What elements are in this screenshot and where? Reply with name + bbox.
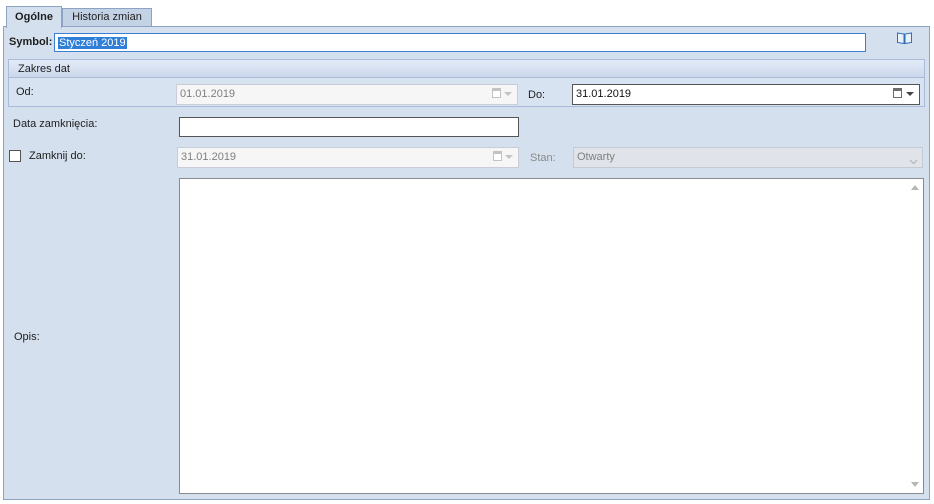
book-icon[interactable] <box>896 31 913 45</box>
calendar-icon[interactable] <box>492 88 501 98</box>
calendar-icon[interactable] <box>493 151 502 161</box>
data-zamkniecia-label: Data zamknięcia: <box>13 118 98 130</box>
zamknij-do-checkbox[interactable] <box>9 150 21 162</box>
tab-ogolne[interactable]: Ogólne <box>6 6 62 28</box>
stan-value: Otwarty <box>577 151 615 163</box>
dropdown-arrow-icon[interactable] <box>505 155 513 159</box>
data-zamkniecia-input[interactable] <box>179 117 519 137</box>
do-date-value: 31.01.2019 <box>576 88 632 100</box>
symbol-value: Styczeń 2019 <box>58 37 127 49</box>
chevron-down-icon[interactable] <box>909 153 918 165</box>
dropdown-arrow-icon[interactable] <box>906 92 914 96</box>
zakres-dat-header <box>9 60 924 78</box>
stan-select[interactable]: Otwarty <box>573 147 923 168</box>
opis-scrollbar[interactable] <box>906 179 923 493</box>
opis-textarea[interactable] <box>179 178 924 494</box>
do-label: Do: <box>528 89 546 101</box>
od-date-value: 01.01.2019 <box>180 88 236 100</box>
do-date-field[interactable]: 31.01.2019 <box>572 84 920 105</box>
symbol-label: Symbol: <box>9 36 53 48</box>
scroll-up-arrow-icon[interactable] <box>911 185 919 190</box>
zamknij-do-date-value: 31.01.2019 <box>181 151 237 163</box>
od-label: Od: <box>16 86 34 98</box>
tab-historia-zmian[interactable]: Historia zmian <box>62 8 152 27</box>
zamknij-do-date-field[interactable]: 31.01.2019 <box>177 147 519 168</box>
scroll-down-arrow-icon[interactable] <box>911 482 919 487</box>
symbol-input[interactable]: Styczeń 2019 <box>54 33 866 52</box>
od-date-field[interactable]: 01.01.2019 <box>176 84 518 105</box>
calendar-icon[interactable] <box>893 88 902 98</box>
zakres-dat-title: Zakres dat <box>18 63 70 75</box>
zamknij-do-label: Zamknij do: <box>29 150 86 162</box>
opis-label: Opis: <box>14 331 40 343</box>
dropdown-arrow-icon[interactable] <box>504 92 512 96</box>
stan-label: Stan: <box>530 152 556 164</box>
